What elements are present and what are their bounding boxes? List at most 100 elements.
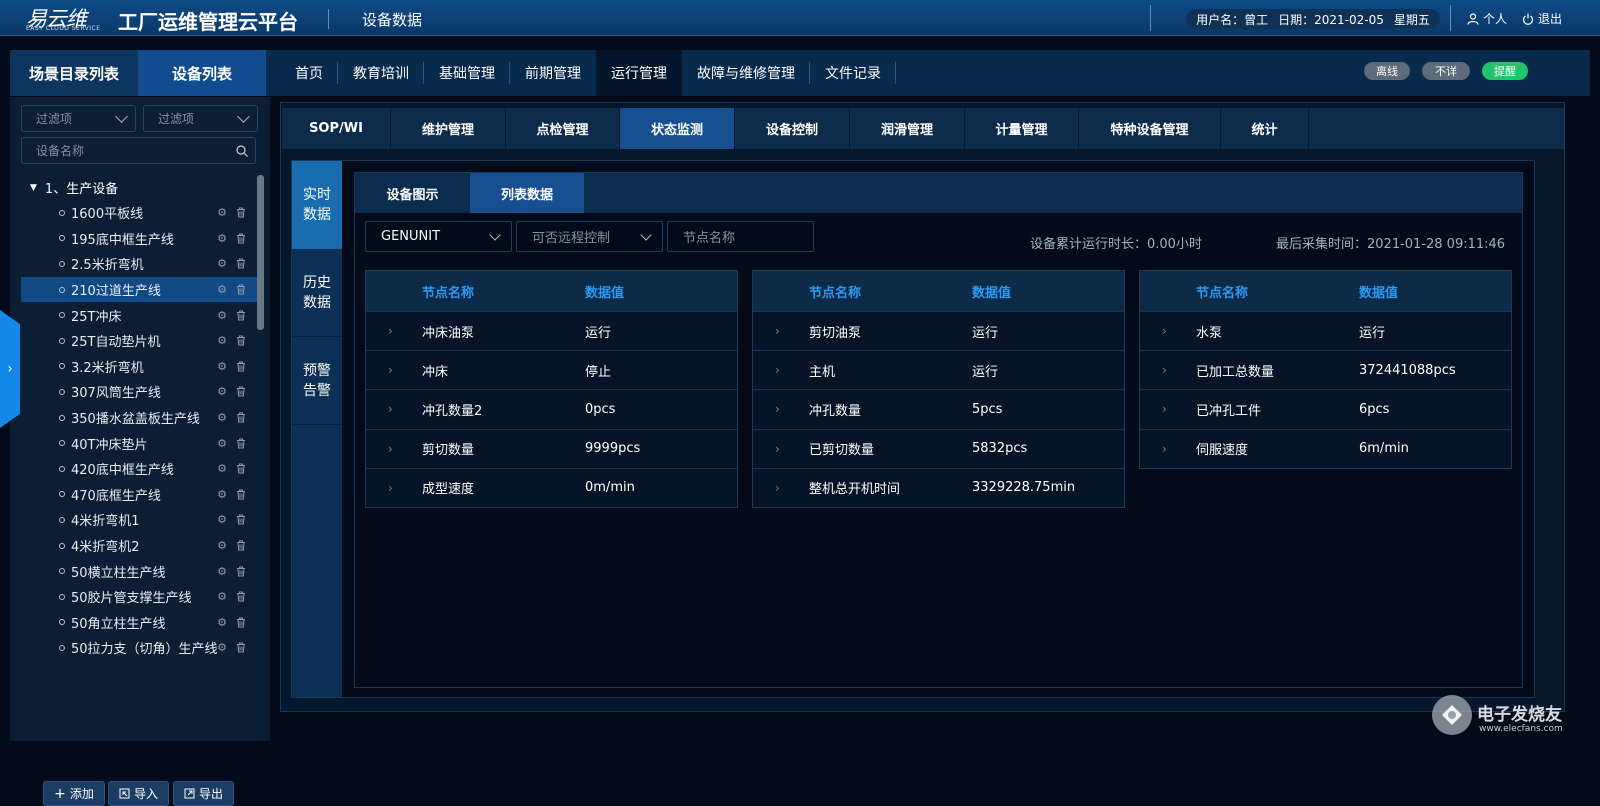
gear-icon[interactable]: ⚙ (216, 334, 228, 347)
table-row[interactable]: › 剪切油泵 运行 (753, 311, 1124, 350)
gear-icon[interactable]: ⚙ (216, 488, 228, 501)
nav-home[interactable]: 首页 (280, 50, 338, 96)
add-button[interactable]: + 添加 (43, 781, 105, 806)
tree-item[interactable]: 307风筒生产线 ⚙ (21, 379, 258, 405)
tree-item[interactable]: 3.2米折弯机 ⚙ (21, 354, 258, 380)
tree-item[interactable]: 50拉力支生产线⚙ (21, 661, 258, 665)
vtab-realtime-data[interactable]: 实时 数据 (292, 161, 342, 249)
nav-early-management[interactable]: 前期管理 (510, 50, 596, 96)
chevron-right-icon[interactable]: › (1162, 363, 1167, 377)
device-search-input[interactable]: 设备名称 (21, 137, 256, 164)
nav-education[interactable]: 教育培训 (338, 50, 424, 96)
profile-link[interactable]: 个人 (1467, 10, 1507, 27)
subnav-status-monitoring[interactable]: 状态监测 (620, 108, 735, 149)
filter-select-1[interactable]: 过滤项 (21, 105, 136, 132)
chevron-right-icon[interactable]: › (775, 402, 780, 416)
logout-link[interactable]: 退出 (1522, 10, 1562, 27)
gear-icon[interactable]: ⚙ (216, 616, 228, 629)
trash-icon[interactable] (235, 540, 247, 552)
trash-icon[interactable] (235, 514, 247, 526)
subnav-lubrication[interactable]: 润滑管理 (850, 108, 965, 149)
chevron-right-icon[interactable]: › (388, 402, 393, 416)
table-row[interactable]: › 冲床油泵 运行 (366, 311, 737, 350)
status-pill-offline[interactable]: 离线 (1364, 62, 1410, 80)
tree-root-production-equipment[interactable]: ▼ 1、生产设备 (10, 175, 266, 200)
tree-item[interactable]: 40T冲床垫片 ⚙ (21, 430, 258, 456)
table-row[interactable]: › 主机 运行 (753, 350, 1124, 389)
table-row[interactable]: › 整机总开机时间 3329228.75min (753, 467, 1124, 507)
trash-icon[interactable] (235, 591, 247, 603)
subnav-statistics[interactable]: 统计 (1221, 108, 1309, 149)
nav-fault-repair[interactable]: 故障与维修管理 (682, 50, 810, 96)
filter-select-2[interactable]: 过滤项 (143, 105, 258, 132)
chevron-right-icon[interactable]: › (388, 363, 393, 377)
table-row[interactable]: › 伺服速度 6m/min (1140, 428, 1511, 468)
gear-icon[interactable]: ⚙ (216, 462, 228, 475)
tree-item[interactable]: 50角立柱生产线 ⚙ (21, 610, 258, 636)
trash-icon[interactable] (235, 616, 247, 628)
trash-icon[interactable] (235, 207, 247, 219)
tree-item[interactable]: 25T冲床 ⚙ (21, 302, 258, 328)
chevron-right-icon[interactable]: › (388, 324, 393, 338)
vtab-history-data[interactable]: 历史 数据 (292, 249, 342, 337)
table-row[interactable]: › 冲孔数量2 0pcs (366, 389, 737, 428)
chevron-right-icon[interactable]: › (388, 481, 393, 495)
gear-icon[interactable]: ⚙ (216, 309, 228, 322)
gear-icon[interactable]: ⚙ (216, 641, 228, 654)
nav-operation-management[interactable]: 运行管理 (596, 50, 682, 96)
search-icon[interactable] (236, 145, 248, 157)
chevron-right-icon[interactable]: › (1162, 442, 1167, 456)
status-pill-reminder[interactable]: 提醒 (1482, 62, 1528, 80)
chevron-right-icon[interactable]: › (775, 324, 780, 338)
chevron-right-icon[interactable]: › (1162, 402, 1167, 416)
tree-item[interactable]: 50横立柱生产线 ⚙ (21, 558, 258, 584)
gear-icon[interactable]: ⚙ (216, 385, 228, 398)
gear-icon[interactable]: ⚙ (216, 539, 228, 552)
tree-item[interactable]: 4米折弯机1 ⚙ (21, 507, 258, 533)
chevron-right-icon[interactable]: › (388, 442, 393, 456)
gear-icon[interactable]: ⚙ (216, 437, 228, 450)
tab-scene-directory[interactable]: 场景目录列表 (10, 50, 138, 96)
gear-icon[interactable]: ⚙ (216, 206, 228, 219)
tree-item[interactable]: 350播水盆盖板生产线 ⚙ (21, 405, 258, 431)
tree-item[interactable]: 4米折弯机2 ⚙ (21, 533, 258, 559)
trash-icon[interactable] (235, 335, 247, 347)
trash-icon[interactable] (235, 360, 247, 372)
import-button[interactable]: 导入 (108, 781, 169, 806)
trash-icon[interactable] (235, 258, 247, 270)
subnav-inspection[interactable]: 点检管理 (506, 108, 620, 149)
gear-icon[interactable]: ⚙ (216, 232, 228, 245)
tree-item[interactable]: 50拉力支（切角）生产线 ⚙ (21, 635, 258, 661)
trash-icon[interactable] (235, 284, 247, 296)
gear-icon[interactable]: ⚙ (216, 590, 228, 603)
tree-item[interactable]: 420底中框生产线 ⚙ (21, 456, 258, 482)
subnav-maintenance[interactable]: 维护管理 (391, 108, 506, 149)
chevron-right-icon[interactable]: › (775, 442, 780, 456)
table-row[interactable]: › 冲床 停止 (366, 350, 737, 389)
trash-icon[interactable] (235, 463, 247, 475)
table-row[interactable]: › 水泵 运行 (1140, 311, 1511, 350)
gear-icon[interactable]: ⚙ (216, 360, 228, 373)
table-row[interactable]: › 已冲孔工件 6pcs (1140, 389, 1511, 428)
trash-icon[interactable] (235, 309, 247, 321)
nav-basic-management[interactable]: 基础管理 (424, 50, 510, 96)
gear-icon[interactable]: ⚙ (216, 257, 228, 270)
nav-file-records[interactable]: 文件记录 (810, 50, 896, 96)
tree-item[interactable]: 210过道生产线 ⚙ (21, 276, 258, 303)
tree-item[interactable]: 2.5米折弯机 ⚙ (21, 251, 258, 277)
node-name-input[interactable]: 节点名称 (667, 221, 814, 252)
subnav-sop-wi[interactable]: SOP/WI (282, 108, 391, 149)
tree-item[interactable]: 1600平板线 ⚙ (21, 200, 258, 226)
gear-icon[interactable]: ⚙ (216, 565, 228, 578)
tree-item[interactable]: 50胶片管支撑生产线 ⚙ (21, 584, 258, 610)
chevron-right-icon[interactable]: › (775, 363, 780, 377)
sidebar-scrollbar[interactable] (257, 175, 264, 330)
table-row[interactable]: › 剪切数量 9999pcs (366, 428, 737, 468)
status-pill-unknown[interactable]: 不详 (1422, 62, 1470, 80)
table-row[interactable]: › 成型速度 0m/min (366, 467, 737, 507)
trash-icon[interactable] (235, 488, 247, 500)
export-button[interactable]: 导出 (173, 781, 234, 806)
remote-control-select[interactable]: 可否远程控制 (516, 221, 663, 252)
subnav-metering[interactable]: 计量管理 (965, 108, 1079, 149)
table-row[interactable]: › 已剪切数量 5832pcs (753, 428, 1124, 468)
